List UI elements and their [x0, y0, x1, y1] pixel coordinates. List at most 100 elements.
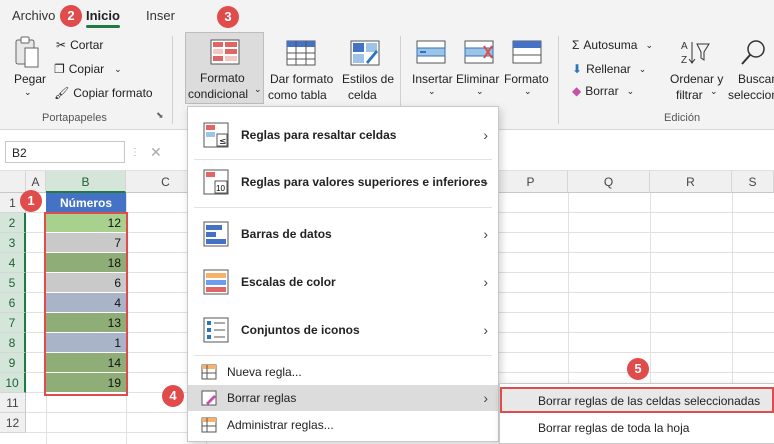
cut-button[interactable]: ✂ Cortar	[56, 38, 103, 52]
chevron-down-icon: ⌄	[114, 63, 122, 74]
row-header[interactable]: 9	[0, 353, 26, 373]
top-bottom-rules-icon: 10	[203, 169, 229, 195]
column-header-p[interactable]: P	[494, 171, 568, 193]
chevron-down-icon[interactable]: ⌄	[24, 87, 32, 98]
find-select-button[interactable]: Buscar	[738, 72, 774, 86]
column-header-q[interactable]: Q	[568, 171, 650, 193]
brush-icon: 🖌	[54, 86, 70, 100]
eraser-icon: ◆	[572, 84, 582, 98]
column-header-r[interactable]: R	[650, 171, 732, 193]
color-scales-icon	[203, 269, 229, 295]
delete-cells-icon[interactable]	[464, 40, 494, 67]
step-badge: 4	[162, 385, 184, 407]
row-header[interactable]: 6	[0, 293, 26, 313]
row-header[interactable]: 8	[0, 333, 26, 353]
tab-insertar[interactable]: Inser	[146, 8, 175, 23]
step-badge: 2	[60, 5, 82, 27]
format-as-table-icon[interactable]	[286, 40, 316, 69]
menu-separator	[194, 355, 492, 356]
delete-button[interactable]: Eliminar	[456, 72, 499, 86]
insert-cells-icon[interactable]	[416, 40, 446, 67]
sort-filter-button[interactable]: Ordenar y	[670, 72, 723, 86]
clear-rules-submenu: Borrar reglas de las celdas seleccionada…	[499, 383, 774, 444]
menu-item-highlight-rules[interactable]: ≤ Reglas para resaltar celdas ›	[188, 119, 498, 151]
chevron-right-icon: ›	[483, 127, 488, 143]
format-painter-button[interactable]: 🖌 Copiar formato	[54, 86, 153, 100]
group-separator	[172, 36, 173, 124]
format-cells-icon[interactable]	[512, 40, 542, 67]
data-bars-icon	[203, 221, 229, 247]
table-header-cell[interactable]: Números	[46, 193, 126, 213]
row-header[interactable]: 7	[0, 313, 26, 333]
row-header[interactable]: 11	[0, 393, 26, 413]
conditional-format-icon	[210, 39, 240, 68]
step-badge: 3	[217, 6, 239, 28]
insert-button[interactable]: Insertar	[412, 72, 453, 86]
tab-archivo[interactable]: Archivo	[12, 8, 55, 23]
group-label-edicion: Edición	[664, 112, 701, 124]
chevron-right-icon: ›	[483, 322, 488, 338]
menu-item-icon-sets[interactable]: Conjuntos de iconos ›	[188, 313, 498, 347]
scissors-icon: ✂	[56, 38, 67, 52]
icon-sets-icon	[203, 317, 229, 343]
paste-button[interactable]: Pegar	[14, 72, 46, 86]
submenu-item-clear-sheet[interactable]: Borrar reglas de toda la hoja	[500, 415, 774, 441]
column-header-b[interactable]: B	[46, 171, 126, 193]
highlight-rules-icon: ≤	[203, 122, 229, 148]
chevron-down-icon[interactable]: ⌄	[476, 86, 484, 97]
fill-down-icon: ⬇	[572, 62, 583, 76]
menu-separator	[194, 159, 492, 160]
chevron-right-icon: ›	[483, 274, 488, 290]
clear-button[interactable]: ◆ Borrar ⌄	[572, 84, 634, 98]
format-as-table-button[interactable]: Dar formato	[270, 72, 333, 86]
sigma-icon: Σ	[572, 38, 580, 52]
chevron-down-icon: ⌄	[254, 84, 262, 94]
clear-rules-icon	[201, 390, 217, 406]
row-header[interactable]: 4	[0, 253, 26, 273]
search-icon[interactable]	[738, 38, 768, 69]
copy-button[interactable]: ❐ Copiar ⌄	[54, 62, 122, 76]
menu-item-data-bars[interactable]: Barras de datos ›	[188, 217, 498, 251]
row-header[interactable]: 2	[0, 213, 26, 233]
autosum-button[interactable]: Σ Autosuma ⌄	[572, 38, 653, 52]
column-header-s[interactable]: S	[732, 171, 774, 193]
chevron-down-icon: ⌄	[645, 39, 653, 50]
tab-inicio[interactable]: Inicio	[86, 8, 120, 23]
submenu-item-clear-selected[interactable]: Borrar reglas de las celdas seleccionada…	[500, 387, 774, 413]
sort-filter-icon[interactable]: A Z	[680, 38, 710, 69]
dialog-launcher-icon[interactable]: ⬊	[156, 110, 164, 121]
menu-item-top-bottom-rules[interactable]: 10 Reglas para valores superiores e infe…	[188, 165, 498, 199]
manage-rules-icon	[201, 417, 217, 433]
active-tab-indicator	[86, 25, 120, 28]
copy-icon: ❐	[54, 62, 65, 76]
vertical-dots-icon[interactable]: ⋮	[130, 147, 140, 158]
cell-styles-icon[interactable]	[350, 40, 380, 69]
row-header[interactable]: 12	[0, 413, 26, 433]
format-button[interactable]: Formato	[504, 72, 549, 86]
menu-item-color-scales[interactable]: Escalas de color ›	[188, 265, 498, 299]
menu-item-clear-rules[interactable]: Borrar reglas ›	[188, 385, 498, 411]
row-header[interactable]: 3	[0, 233, 26, 253]
chevron-right-icon: ›	[483, 174, 488, 190]
group-separator	[558, 36, 559, 124]
svg-text:≤: ≤	[219, 137, 227, 147]
chevron-down-icon: ⌄	[638, 63, 647, 74]
fill-button[interactable]: ⬇ Rellenar ⌄	[572, 62, 646, 76]
menu-item-new-rule[interactable]: Nueva regla...	[188, 359, 498, 385]
cancel-icon[interactable]: ✕	[150, 144, 162, 161]
cell-styles-button[interactable]: Estilos de	[342, 72, 394, 86]
name-box[interactable]: B2	[5, 141, 125, 163]
select-all-corner[interactable]	[0, 171, 26, 193]
row-header[interactable]: 10	[0, 373, 26, 393]
new-rule-icon	[201, 364, 217, 380]
chevron-down-icon[interactable]: ⌄	[524, 86, 532, 97]
paste-icon[interactable]	[14, 36, 40, 73]
chevron-down-icon: ⌄	[626, 85, 635, 96]
row-header[interactable]: 5	[0, 273, 26, 293]
conditional-format-button[interactable]: Formato condicional ⌄	[185, 32, 264, 104]
selection-highlight	[44, 212, 128, 396]
chevron-down-icon[interactable]: ⌄	[428, 86, 436, 97]
menu-item-manage-rules[interactable]: Administrar reglas...	[188, 411, 498, 439]
svg-text:A: A	[681, 41, 688, 52]
conditional-format-menu: ≤ Reglas para resaltar celdas › 10 Regla…	[187, 106, 499, 442]
